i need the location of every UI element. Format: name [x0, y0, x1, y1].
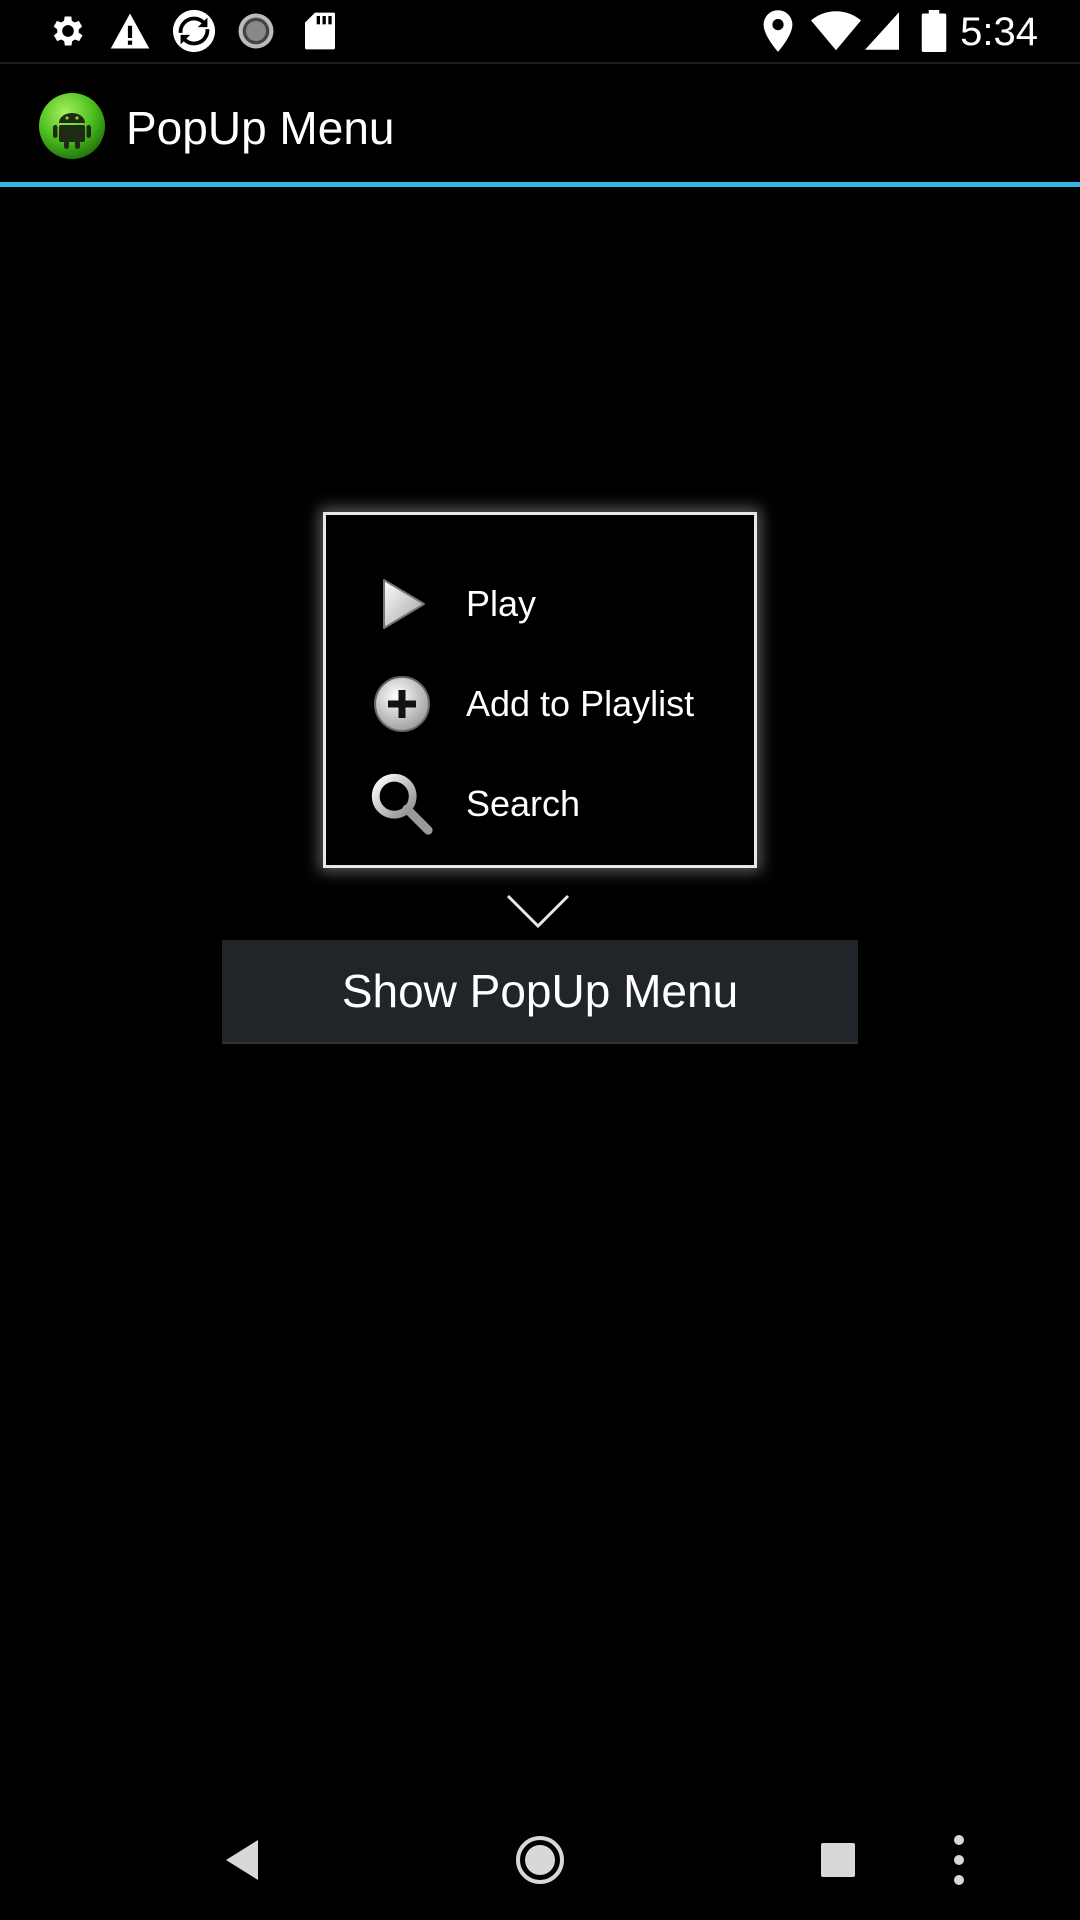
clock: 5:34 [960, 10, 1038, 54]
home-icon[interactable] [508, 1830, 572, 1890]
back-icon[interactable] [214, 1830, 270, 1890]
menu-item-label: Play [466, 583, 537, 624]
menu-item-add-to-playlist[interactable]: Add to Playlist [326, 656, 754, 752]
search-icon [368, 770, 436, 838]
warning-icon [108, 10, 152, 52]
play-icon [368, 570, 436, 638]
navigation-bar [0, 1800, 1080, 1920]
wifi-icon [810, 10, 862, 52]
recents-icon[interactable] [812, 1830, 864, 1890]
app-title: PopUp Menu [126, 102, 395, 154]
action-bar-divider [0, 182, 1080, 187]
battery-icon [918, 10, 950, 52]
settings-icon [46, 10, 90, 52]
status-bar: 5:34 [0, 0, 1080, 64]
popup-menu: Play Add to Playlist Search [323, 512, 757, 868]
add-circle-icon [368, 670, 436, 738]
android-logo-icon [38, 92, 106, 160]
popup-anchor-arrow [506, 894, 570, 930]
overflow-menu-icon[interactable] [944, 1830, 974, 1890]
loading-icon [234, 10, 278, 52]
signal-icon [862, 10, 902, 52]
menu-item-search[interactable]: Search [326, 756, 754, 852]
menu-item-label: Add to Playlist [466, 683, 695, 724]
sd-card-icon [300, 10, 340, 52]
show-popup-menu-button[interactable]: Show PopUp Menu [222, 940, 858, 1044]
menu-item-play[interactable]: Play [326, 556, 754, 652]
menu-item-label: Search [466, 783, 581, 824]
location-icon [758, 10, 798, 52]
action-bar: PopUp Menu [0, 64, 1080, 184]
sync-app-icon [170, 9, 218, 53]
